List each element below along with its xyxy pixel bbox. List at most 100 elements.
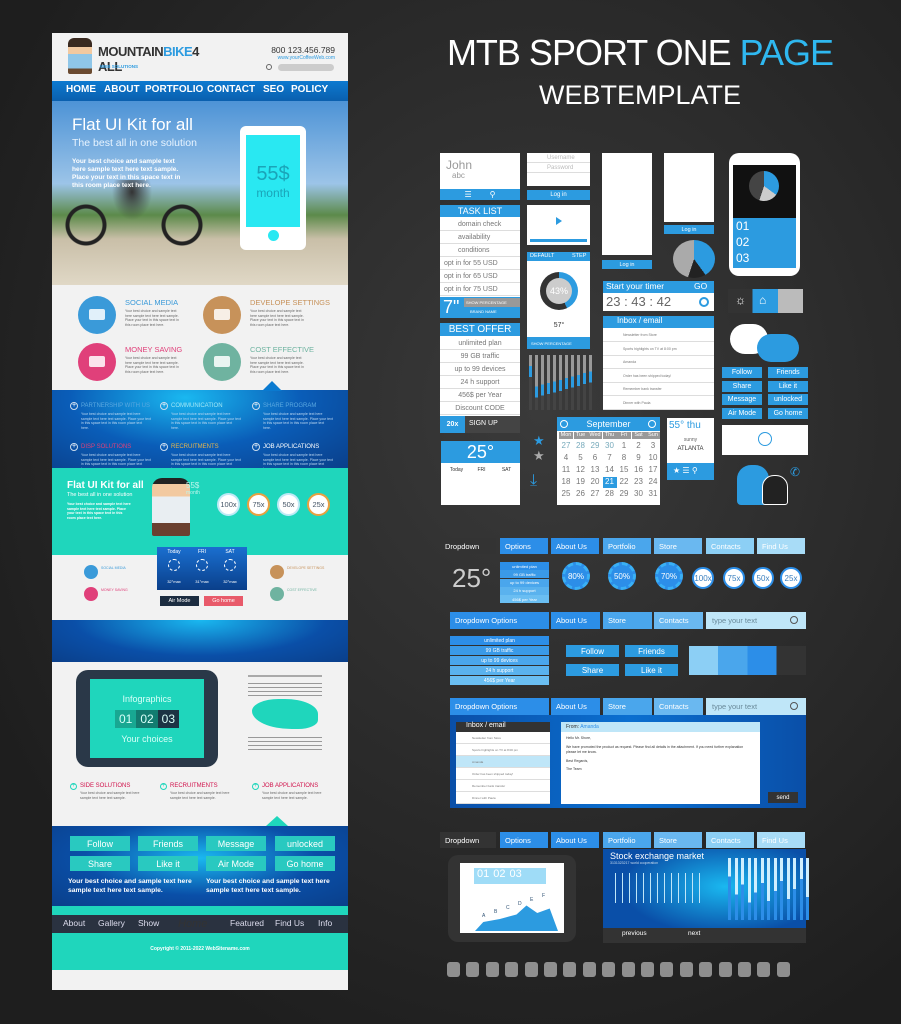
menu-tab-store[interactable]: Store — [654, 538, 702, 554]
equalizer-slider[interactable] — [583, 355, 586, 410]
nav-item-portfolio[interactable]: PORTFOLIO — [145, 84, 205, 96]
inbox-item[interactable]: Amanda — [603, 356, 714, 369]
plus-circle-icon[interactable]: + — [252, 783, 259, 790]
inbox-item[interactable]: Dinner with Paula — [603, 396, 714, 410]
go-home-button[interactable]: Go home — [275, 856, 335, 871]
show-percentage-button[interactable]: SHOW PERCENTAGE — [527, 337, 590, 349]
plus-circle-icon[interactable]: + — [160, 402, 168, 410]
cloud-upload-icon[interactable] — [679, 962, 693, 977]
phone-icon[interactable] — [641, 962, 654, 977]
menu-tab-dropdown-options[interactable]: Dropdown Options — [450, 612, 549, 629]
footer-nav-info[interactable]: Info — [318, 918, 368, 930]
calendar-day[interactable]: 15 — [617, 465, 631, 476]
inbox-item[interactable]: Amanda — [456, 756, 550, 768]
calendar-day[interactable]: 30 — [603, 441, 617, 452]
menu-icon[interactable]: ☰ — [682, 466, 689, 475]
plus-circle-icon[interactable]: + — [160, 443, 168, 451]
inbox-item[interactable]: Dinner with Paula — [456, 792, 550, 804]
calendar-day[interactable]: 30 — [632, 489, 646, 500]
menu-tab-portfolio[interactable]: Portfolio — [603, 538, 651, 554]
network-icon[interactable] — [621, 962, 635, 977]
star-icon[interactable]: ★ — [673, 466, 680, 475]
air-mode-button[interactable]: Air Mode — [206, 856, 266, 871]
phone-icon[interactable]: ✆ — [790, 465, 800, 479]
task-item[interactable]: availability — [440, 231, 520, 244]
calendar-day[interactable]: 14 — [603, 465, 617, 476]
air-mode-button[interactable]: Air Mode — [160, 596, 199, 606]
dropdown-option[interactable]: 99 GB traffic — [450, 646, 549, 655]
calendar-day[interactable]: 21 — [602, 477, 617, 488]
monitor-icon[interactable] — [757, 962, 771, 977]
equalizer-slider[interactable] — [565, 355, 568, 410]
task-item[interactable]: conditions — [440, 244, 520, 257]
calendar-day[interactable]: 29 — [588, 441, 602, 452]
download-icon[interactable]: ⤓ — [530, 472, 550, 492]
calendar-day[interactable]: 31 — [646, 489, 660, 500]
share-button[interactable]: Share — [70, 856, 130, 871]
calendar-day[interactable]: 11 — [559, 465, 573, 476]
equalizer-slider[interactable] — [529, 355, 532, 410]
inbox-item[interactable]: Newsletter from Store — [603, 329, 714, 342]
share-button[interactable]: Share — [566, 664, 619, 676]
mouse-icon[interactable] — [466, 962, 480, 977]
at-icon[interactable] — [718, 962, 732, 977]
dropdown-option[interactable]: 456$ per Year — [500, 595, 549, 604]
message-button[interactable]: Message — [722, 394, 762, 406]
dropdown-option[interactable]: 24 h support — [500, 586, 549, 595]
play-icon[interactable] — [556, 217, 562, 225]
task-item[interactable]: domain check — [440, 218, 520, 231]
calendar-day[interactable]: 3 — [646, 441, 660, 452]
play-icon[interactable] — [758, 432, 772, 446]
search-icon[interactable] — [505, 962, 519, 977]
menu-tab-contacts[interactable]: Contacts — [654, 698, 703, 715]
footer-nav-home[interactable]: Home — [178, 918, 228, 930]
inbox-item[interactable]: Order has been shipped today! — [603, 369, 714, 383]
website-link[interactable]: www.yourCoffeeWeb.com — [255, 55, 335, 61]
dropdown-option[interactable]: up to 99 devices — [500, 578, 549, 587]
friends-button[interactable]: Friends — [138, 836, 198, 851]
calendar-day[interactable]: 16 — [632, 465, 646, 476]
equalizer-slider[interactable] — [571, 355, 574, 410]
calendar-day[interactable]: 6 — [588, 453, 602, 464]
password-field[interactable]: Password — [527, 163, 590, 173]
menu-tab-about-us[interactable]: About Us — [551, 612, 600, 629]
calendar-day[interactable]: 24 — [646, 477, 660, 488]
dropdown-option[interactable]: unlimited plan — [500, 562, 549, 570]
calendar-day[interactable]: 7 — [603, 453, 617, 464]
inbox-item[interactable]: Sports highlights on TV at 8:00 pm — [603, 342, 714, 356]
menu-tab-about-us[interactable]: About Us — [551, 698, 600, 715]
inbox-item[interactable]: Remember bank transfer — [456, 780, 550, 792]
equalizer-slider[interactable] — [577, 355, 580, 410]
prev-month-icon[interactable] — [560, 420, 568, 428]
previous-button[interactable]: previous — [610, 930, 660, 940]
download-icon[interactable] — [544, 962, 557, 977]
menu-tab-dropdown[interactable]: Dropdown — [440, 832, 496, 848]
calendar-day[interactable]: 1 — [617, 441, 631, 452]
equalizer-slider[interactable] — [559, 355, 562, 410]
calendar-day[interactable]: 20 — [588, 477, 602, 488]
smartphone-icon[interactable] — [602, 962, 616, 977]
plus-circle-icon[interactable]: + — [252, 402, 260, 410]
calendar-day[interactable]: 28 — [603, 489, 617, 500]
lock-icon[interactable] — [447, 962, 460, 977]
gears-icon[interactable] — [699, 962, 713, 977]
menu-tab-dropdown-options[interactable]: Dropdown Options — [450, 698, 549, 715]
calendar-day[interactable]: 12 — [574, 465, 588, 476]
task-item[interactable]: opt in for 65 USD — [440, 270, 520, 283]
calendar-day[interactable]: 22 — [617, 477, 631, 488]
calendar-day[interactable]: 26 — [574, 489, 588, 500]
dropdown-option[interactable]: 24 h support — [450, 666, 549, 675]
inbox-item[interactable]: Order has been shipped today! — [456, 768, 550, 780]
like-it-button[interactable]: Like it — [625, 664, 678, 676]
plus-circle-icon[interactable]: + — [252, 443, 260, 451]
go-home-button[interactable]: Go home — [768, 408, 808, 420]
search-icon[interactable] — [790, 702, 798, 710]
login-button[interactable]: Log in — [527, 190, 590, 200]
step-number[interactable]: 02 — [736, 234, 796, 250]
share-button[interactable]: Share — [722, 380, 762, 392]
dropdown-option[interactable]: 99 GB traffic — [500, 570, 549, 579]
calendar-day[interactable]: 17 — [646, 465, 660, 476]
follow-button[interactable]: Follow — [722, 367, 762, 378]
dropdown-option[interactable]: unlimited plan — [450, 636, 549, 645]
contact-card-icon[interactable] — [563, 962, 577, 977]
